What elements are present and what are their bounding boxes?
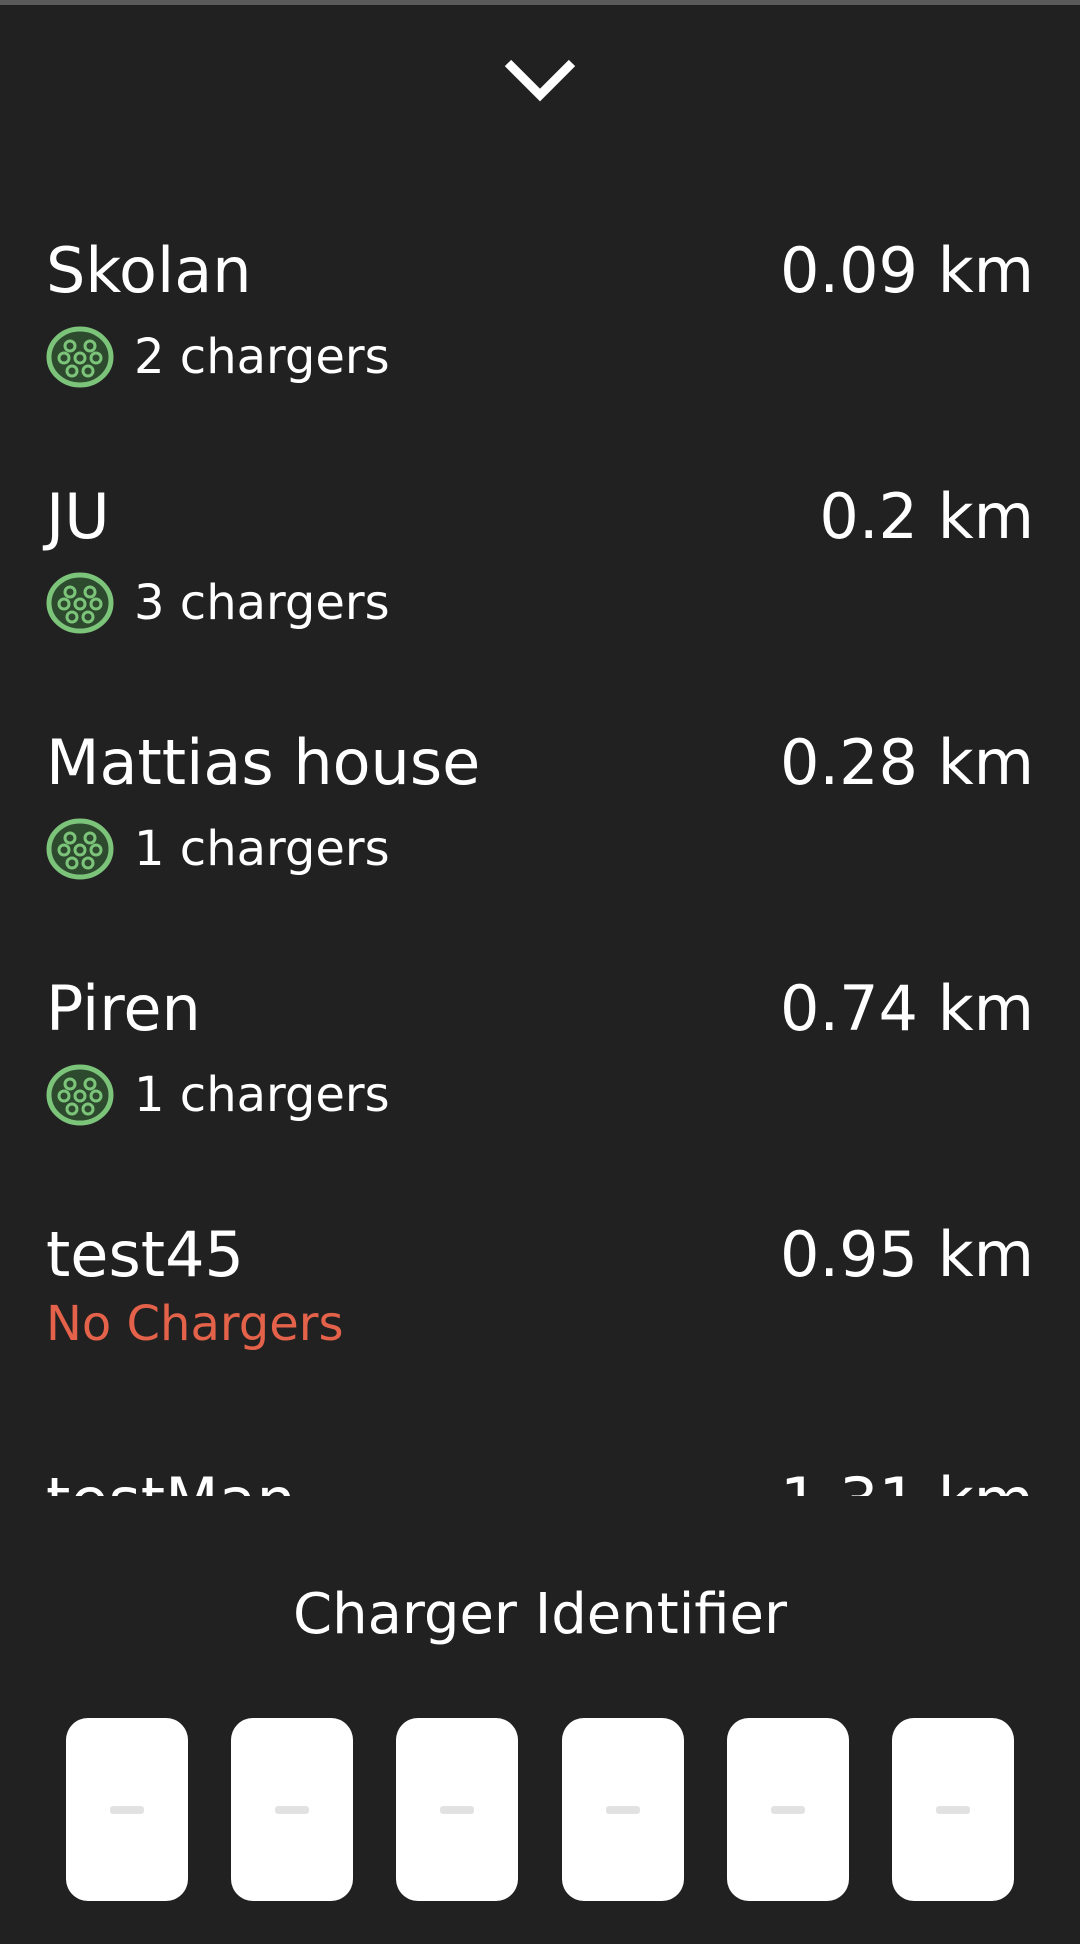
digit-box-4[interactable]	[561, 1718, 684, 1901]
ev-plug-icon	[46, 818, 114, 880]
ev-plug-icon	[46, 326, 114, 388]
ev-plug-icon	[46, 572, 114, 634]
charger-count: 3 chargers	[134, 575, 390, 631]
ev-plug-icon	[46, 1064, 114, 1126]
chevron-down-icon	[504, 59, 576, 102]
no-chargers-label: No Chargers	[46, 1296, 344, 1352]
charger-identifier-input[interactable]	[66, 1718, 1014, 1901]
station-item[interactable]: Mattias house 0.28 km 1 chargers	[0, 692, 1080, 938]
digit-box-3[interactable]	[396, 1718, 519, 1901]
station-distance: 0.95 km	[779, 1218, 1034, 1291]
digit-box-2[interactable]	[231, 1718, 354, 1901]
station-item[interactable]: Skolan 0.09 km 2 chargers	[0, 200, 1080, 446]
digit-placeholder	[605, 1805, 640, 1814]
station-name: Mattias house	[46, 726, 481, 799]
station-distance: 0.28 km	[779, 726, 1034, 799]
digit-box-5[interactable]	[726, 1718, 849, 1901]
charger-count: 1 chargers	[134, 821, 390, 877]
charger-identifier-label: Charger Identifier	[292, 1582, 788, 1647]
digit-placeholder	[770, 1805, 805, 1814]
digit-placeholder	[275, 1805, 310, 1814]
station-name: testMan	[46, 1466, 296, 1497]
station-status: 3 chargers	[46, 572, 390, 634]
station-status: 1 chargers	[46, 818, 390, 880]
station-distance: 0.74 km	[779, 972, 1034, 1045]
digit-placeholder	[110, 1805, 144, 1814]
top-edge	[0, 0, 1080, 5]
station-name: JU	[46, 480, 110, 553]
station-distance: 0.2 km	[819, 480, 1034, 553]
charger-count: 2 chargers	[134, 329, 390, 385]
charger-count: 1 chargers	[134, 1067, 390, 1123]
station-item[interactable]: JU 0.2 km 3 chargers	[0, 446, 1080, 692]
station-item[interactable]: Piren 0.74 km 1 chargers	[0, 938, 1080, 1184]
station-list[interactable]: Skolan 0.09 km 2 chargers JU 0.2 km 3 ch…	[0, 200, 1080, 1497]
station-item[interactable]: test45 0.95 km No Chargers	[0, 1184, 1080, 1430]
collapse-button[interactable]	[490, 40, 590, 120]
station-item[interactable]: testMan 1.31 km	[0, 1430, 1080, 1497]
station-distance: 1.31 km	[780, 1466, 1034, 1497]
digit-box-6[interactable]	[891, 1718, 1014, 1901]
station-status: 2 chargers	[46, 326, 390, 388]
station-name: Skolan	[46, 234, 252, 307]
station-name: Piren	[46, 972, 201, 1045]
digit-placeholder	[440, 1805, 475, 1814]
station-distance: 0.09 km	[779, 234, 1034, 307]
station-status: No Chargers	[46, 1294, 344, 1354]
station-status: 1 chargers	[46, 1064, 390, 1126]
digit-placeholder	[935, 1805, 970, 1814]
digit-box-1[interactable]	[66, 1718, 188, 1901]
station-name: test45	[46, 1218, 244, 1291]
